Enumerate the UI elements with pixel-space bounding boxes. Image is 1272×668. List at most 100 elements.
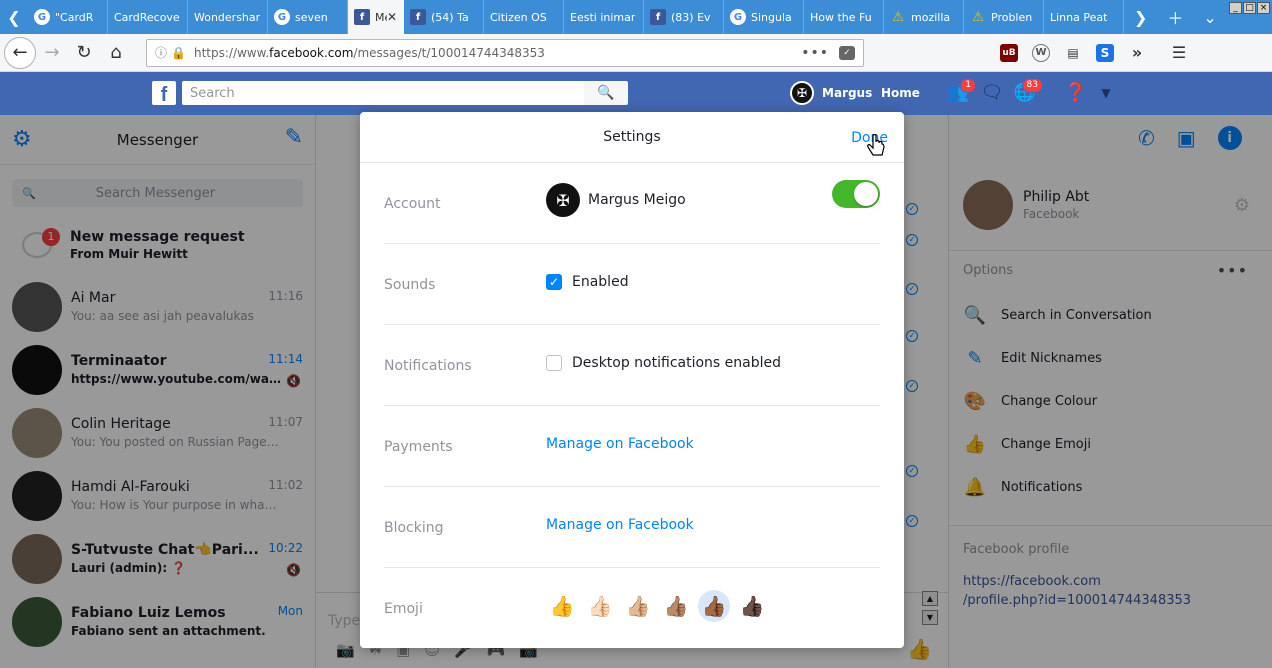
thumbs-up-icon[interactable]: 👍🏾 [698, 590, 730, 622]
friend-requests-badge: 1 [960, 78, 976, 93]
account-row: Account ✠ Margus Meigo [384, 163, 880, 244]
sounds-label: Sounds [384, 277, 436, 293]
avatar: ✠ [546, 183, 580, 217]
google-icon: G [274, 9, 290, 25]
notifications-globe-icon[interactable]: 🌐 83 [1013, 78, 1043, 104]
close-window-icon[interactable]: × [1257, 2, 1270, 14]
reload-button[interactable]: ↻ [68, 37, 100, 69]
window-controls: _ □ × [1228, 2, 1270, 14]
notifications-label: Notifications [384, 358, 472, 374]
hamburger-menu-icon[interactable]: ☰ [1170, 43, 1188, 62]
minimize-icon[interactable]: _ [1229, 2, 1242, 14]
thumbs-up-icon[interactable]: 👍🏻 [584, 590, 616, 622]
url-bar[interactable]: ⓘ 🔒 https://www.facebook.com/messages/t/… [146, 38, 864, 67]
facebook-logo-icon[interactable]: f [152, 81, 176, 106]
tab-label: Problen [991, 10, 1033, 24]
payments-manage-link[interactable]: Manage on Facebook [546, 436, 694, 452]
wot-icon[interactable]: W [1032, 43, 1050, 62]
browser-tab[interactable]: G "CardR [28, 0, 108, 34]
toggle-knob [854, 182, 878, 206]
page-actions-icon[interactable]: ••• [801, 45, 829, 61]
tab-label: Singula [751, 10, 792, 24]
warning-icon: ⚠ [892, 9, 904, 25]
account-value: ✠ Margus Meigo [546, 183, 686, 217]
tab-label: (83) Ev [671, 10, 711, 24]
tab-label: mozilla [911, 10, 951, 24]
browser-tab[interactable]: Citizen OS [484, 0, 564, 34]
account-menu-chevron-icon[interactable]: ▼ [1094, 86, 1118, 108]
profile-link[interactable]: ✠ Margus [790, 81, 872, 105]
browser-tab[interactable]: G Singula [724, 0, 804, 34]
tab-scroll-left-icon[interactable]: ❮ [0, 0, 28, 34]
thumbs-up-icon[interactable]: 👍 [546, 590, 578, 622]
tab-list-chevron-icon[interactable]: ⌄ [1193, 0, 1226, 34]
thumbs-up-icon[interactable]: 👍🏽 [660, 590, 692, 622]
checkbox-checked-icon[interactable]: ✓ [546, 274, 562, 290]
help-icon[interactable]: ❓ [1064, 82, 1088, 104]
facebook-top-bar: f Search 🔍 ✠ Margus Home 👥 1 🗨 🌐 83 ❓ ▼ [0, 72, 1272, 115]
notifications-badge: 83 [1021, 78, 1043, 93]
browser-tab[interactable]: f (83) Ev [644, 0, 724, 34]
browser-tab[interactable]: ⚠ mozilla [884, 0, 964, 34]
browser-tab[interactable]: Eesti inimar [564, 0, 644, 34]
notifications-checkbox[interactable]: Desktop notifications enabled [546, 355, 781, 371]
extensions-toolbar: uB W ▤ S » ☰ [1000, 43, 1188, 62]
new-tab-icon[interactable]: ＋ [1157, 0, 1193, 34]
tab-label: "CardR [55, 10, 94, 24]
search-icon[interactable]: 🔍 [584, 81, 628, 105]
browser-tab[interactable]: Linna Peat [1044, 0, 1124, 34]
profile-name: Margus [822, 86, 873, 100]
browser-tab[interactable]: CardRecove [108, 0, 188, 34]
google-icon: G [34, 9, 50, 25]
pocket-icon[interactable]: ✓ [839, 45, 855, 60]
blocking-row: Blocking Manage on Facebook [384, 487, 880, 568]
blocking-manage-link[interactable]: Manage on Facebook [546, 517, 694, 533]
facebook-icon: f [410, 9, 426, 25]
url-text: https://www.facebook.com/messages/t/1000… [193, 45, 545, 60]
home-button[interactable]: ⌂ [100, 37, 132, 69]
tab-scroll-right-icon[interactable]: ❯ [1124, 0, 1157, 34]
thumbs-up-icon[interactable]: 👍🏼 [622, 590, 654, 622]
lock-icon: 🔒 [171, 45, 186, 60]
browser-tab[interactable]: f Me✕ [348, 0, 404, 34]
close-tab-icon[interactable]: ✕ [387, 10, 397, 24]
payments-label: Payments [384, 439, 453, 455]
forward-button[interactable]: → [36, 37, 68, 69]
home-link[interactable]: Home [881, 86, 920, 100]
facebook-search-input[interactable]: Search [182, 81, 584, 105]
account-name: Margus Meigo [588, 192, 686, 208]
tab-label: Linna Peat [1050, 10, 1108, 24]
thumbs-up-icon[interactable]: 👍🏿 [736, 590, 768, 622]
browser-tab[interactable]: Wondershar [188, 0, 268, 34]
skype-extension-icon[interactable]: S [1096, 43, 1114, 62]
facebook-icon: f [650, 9, 666, 25]
maximize-icon[interactable]: □ [1243, 2, 1256, 14]
browser-tab[interactable]: How the Fu [804, 0, 884, 34]
reader-view-icon[interactable]: ▤ [1064, 44, 1082, 62]
back-button[interactable]: ← [4, 36, 36, 69]
settings-header: Settings Done [360, 112, 904, 163]
checkbox-unchecked-icon[interactable] [546, 355, 562, 371]
blocking-label: Blocking [384, 520, 444, 536]
avatar: ✠ [790, 81, 814, 105]
overflow-chevron-icon[interactable]: » [1128, 43, 1146, 62]
account-label: Account [384, 196, 441, 212]
tab-label: Me [375, 10, 387, 24]
messenger-icon[interactable]: 🗨 [980, 82, 1004, 104]
info-icon[interactable]: ⓘ [155, 44, 167, 61]
google-icon: G [730, 9, 746, 25]
sounds-checkbox[interactable]: ✓ Enabled [546, 274, 629, 290]
browser-tab[interactable]: ⚠ Problen [964, 0, 1044, 34]
emoji-skin-tone-picker: 👍 👍🏻 👍🏼 👍🏽 👍🏾 👍🏿 [546, 590, 768, 622]
browser-tab-strip: ❮ G"CardRCardRecoveWondersharGsevenfMe✕f… [0, 0, 1272, 34]
settings-title: Settings [603, 129, 661, 145]
notifications-row: Notifications Desktop notifications enab… [384, 325, 880, 406]
settings-dialog: Settings Done Account ✠ Margus Meigo Sou… [360, 112, 904, 648]
account-active-toggle[interactable] [832, 180, 880, 208]
browser-tab[interactable]: Gseven [268, 0, 348, 34]
friend-requests-icon[interactable]: 👥 1 [946, 78, 976, 104]
browser-tab[interactable]: f (54) Ta [404, 0, 484, 34]
ublock-icon[interactable]: uB [1000, 43, 1018, 62]
tab-label: Wondershar [194, 10, 261, 24]
browser-nav-bar: ← → ↻ ⌂ ⓘ 🔒 https://www.facebook.com/mes… [0, 34, 1272, 72]
